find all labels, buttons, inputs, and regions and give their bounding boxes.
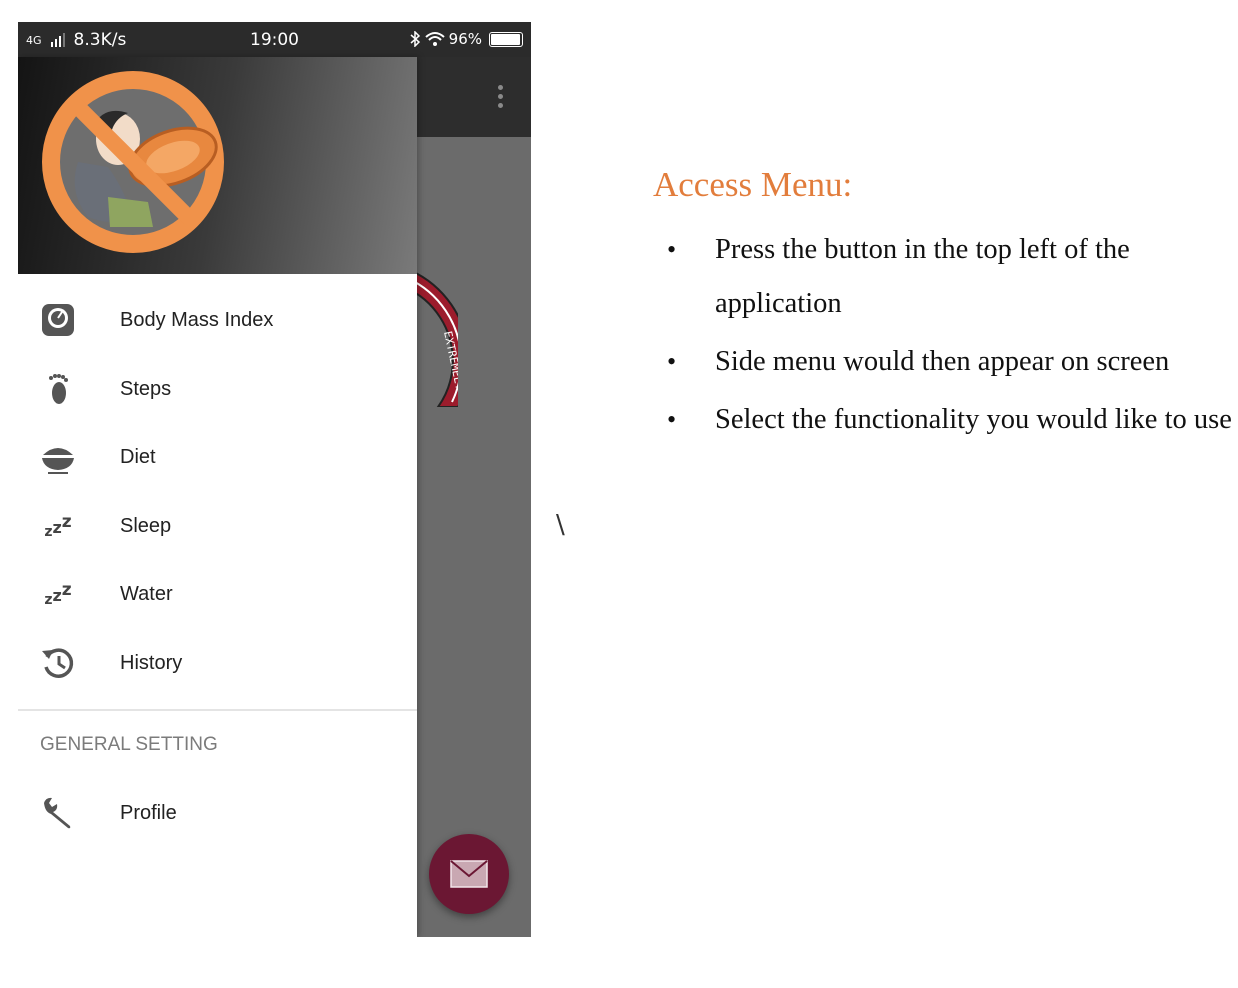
section-title: GENERAL SETTING <box>40 734 218 755</box>
drawer-item-profile[interactable]: Profile <box>18 783 417 843</box>
drawer-item-sleep[interactable]: zzz Sleep <box>18 496 417 556</box>
instruction-item: Side menu would then appear on screen <box>653 335 1238 389</box>
signal-icon <box>50 33 65 47</box>
instructions-heading: Access Menu: <box>653 165 853 204</box>
drawer-item-steps[interactable]: Steps <box>18 359 417 419</box>
navigation-drawer: Body Mass Index Steps Diet z z z Sleep z… <box>18 57 417 937</box>
food-bowl-icon <box>40 439 76 475</box>
instructions-panel: Access Menu: Press the button in the top… <box>653 165 1238 451</box>
water-zzz-icon: zzz <box>44 580 72 608</box>
drawer-item-diet[interactable]: Diet <box>18 427 417 487</box>
drawer-item-label: History <box>120 651 183 674</box>
phone-screenshot: EXTREMELY OBESE 4G 8.3K/s 19:00 <box>18 22 531 937</box>
drawer-item-label: Profile <box>120 801 177 824</box>
drawer-item-bmi[interactable]: Body Mass Index <box>18 290 417 350</box>
battery-percent: 96% <box>448 30 482 48</box>
bluetooth-icon <box>410 31 420 47</box>
clock: 19:00 <box>250 30 299 50</box>
mail-icon <box>450 860 488 888</box>
battery-icon <box>489 31 523 47</box>
drawer-item-water[interactable]: zzz Water <box>18 564 417 624</box>
instruction-item: Press the button in the top left of the … <box>653 223 1238 331</box>
history-icon <box>40 645 76 681</box>
instructions-list: Press the button in the top left of the … <box>653 223 1238 447</box>
drawer-item-label: Diet <box>120 445 156 468</box>
network-type: 4G <box>26 33 42 47</box>
no-overeating-logo <box>42 71 224 253</box>
drawer-item-label: Sleep <box>120 514 172 537</box>
footprint-icon <box>40 371 76 407</box>
sleep-zzz-icon: zzz <box>44 512 72 540</box>
drawer-item-history[interactable]: History <box>18 633 417 693</box>
instruction-item: Select the functionality you would like … <box>653 393 1238 447</box>
network-speed: 8.3K/s <box>73 30 127 50</box>
drawer-item-label: Body Mass Index <box>120 308 274 331</box>
status-bar: 4G 8.3K/s 19:00 96% <box>18 22 531 57</box>
stray-backslash: \ <box>556 510 565 540</box>
drawer-item-label: Steps <box>120 377 172 400</box>
wifi-icon <box>424 32 445 46</box>
drawer-divider <box>18 709 417 711</box>
scale-icon <box>40 302 76 338</box>
more-vert-icon[interactable] <box>492 85 508 113</box>
wrench-icon <box>40 795 76 831</box>
mail-fab-button[interactable] <box>429 834 509 914</box>
drawer-item-label: Water <box>120 582 173 605</box>
drawer-header <box>18 57 417 274</box>
